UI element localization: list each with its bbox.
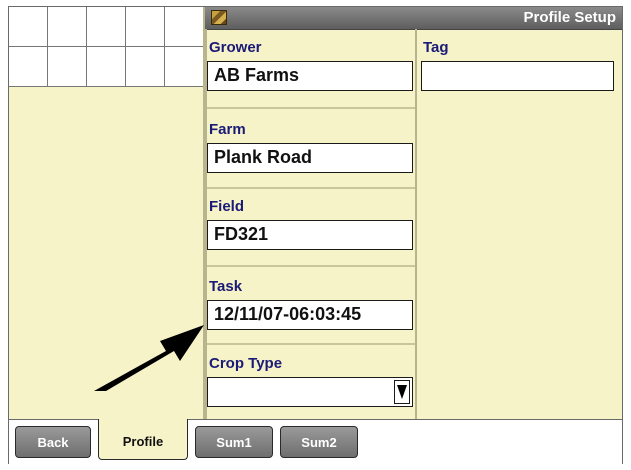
column-divider <box>415 29 417 419</box>
grid-cell[interactable] <box>126 46 165 86</box>
grid-cell[interactable] <box>87 7 126 47</box>
layout-grid <box>9 7 205 87</box>
grid-cell[interactable] <box>165 47 204 87</box>
separator <box>207 107 415 109</box>
grid-cell[interactable] <box>9 46 48 86</box>
field-label: Field <box>209 198 245 215</box>
application-icon <box>211 10 227 25</box>
separator <box>207 343 415 345</box>
task-label: Task <box>209 278 243 295</box>
grid-cell[interactable] <box>126 7 165 47</box>
separator <box>207 265 415 267</box>
tag-label: Tag <box>423 39 449 56</box>
field-field[interactable]: FD321 <box>207 220 413 250</box>
tab-bar: Back Profile Sum1 Sum2 <box>9 419 622 464</box>
grid-cell[interactable] <box>48 7 87 47</box>
grid-cell[interactable] <box>9 7 48 47</box>
dropdown-arrow-icon[interactable] <box>394 380 410 404</box>
sum1-tab[interactable]: Sum1 <box>195 426 273 458</box>
crop-type-dropdown[interactable] <box>207 377 413 407</box>
farm-label: Farm <box>209 121 246 138</box>
grower-field[interactable]: AB Farms <box>207 61 413 91</box>
sum2-tab[interactable]: Sum2 <box>280 426 358 458</box>
pointer-arrow-icon <box>94 325 204 391</box>
grid-cell[interactable] <box>48 46 87 86</box>
profile-tab[interactable]: Profile <box>98 419 188 460</box>
grower-label: Grower <box>209 39 262 56</box>
window-title: Profile Setup <box>523 9 616 26</box>
grid-cell[interactable] <box>165 7 204 47</box>
title-bar: Profile Setup <box>205 7 622 30</box>
farm-field[interactable]: Plank Road <box>207 143 413 173</box>
grid-cell[interactable] <box>87 46 126 86</box>
display-screen: Profile Setup Grower AB Farms Tag Farm P… <box>8 6 623 464</box>
tag-field[interactable] <box>421 61 614 91</box>
task-field[interactable]: 12/11/07-06:03:45 <box>207 300 413 330</box>
separator <box>207 187 415 189</box>
back-tab[interactable]: Back <box>15 426 91 458</box>
crop-type-label: Crop Type <box>209 355 283 372</box>
